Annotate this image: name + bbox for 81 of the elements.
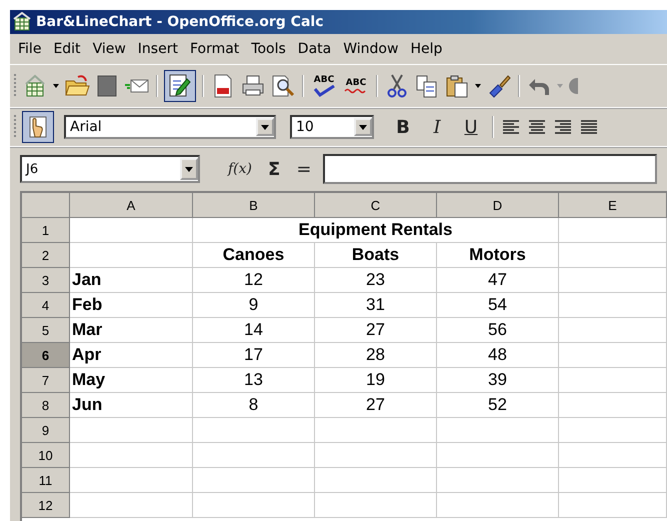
row-label: Apr — [72, 345, 102, 365]
table-cell: 48 — [488, 345, 507, 365]
table-cell: 52 — [488, 395, 507, 415]
menu-item[interactable]: Insert — [132, 39, 184, 59]
table-cell: 14 — [244, 320, 263, 340]
table-cell: 27 — [366, 395, 385, 415]
checkmark-icon — [312, 85, 336, 97]
input-line-field[interactable] — [323, 154, 657, 184]
menu-item[interactable]: Format — [184, 39, 246, 59]
row-header[interactable]: 2 — [22, 243, 70, 268]
menu-item[interactable]: Tools — [245, 39, 292, 59]
italic-button[interactable]: I — [422, 113, 452, 141]
row-header[interactable]: 9 — [22, 418, 70, 443]
auto-spellcheck-button[interactable]: ABC — [342, 76, 370, 96]
column-header[interactable]: E — [559, 193, 667, 218]
table-cell: 39 — [488, 370, 507, 390]
function-wizard-button[interactable]: f(x) — [224, 161, 256, 177]
menu-item[interactable]: Edit — [47, 39, 87, 59]
dropdown-arrow-icon[interactable] — [185, 165, 193, 173]
page-preview-icon[interactable] — [270, 73, 296, 99]
column-header[interactable]: D — [437, 193, 559, 218]
font-size-field[interactable]: 10 — [290, 115, 374, 139]
column-header[interactable]: A — [70, 193, 193, 218]
table-cell: 12 — [244, 270, 263, 290]
dropdown-arrow-icon[interactable] — [474, 82, 482, 90]
show-draw-functions-button[interactable] — [22, 111, 54, 143]
column-title: Motors — [469, 245, 526, 265]
row-header[interactable]: 4 — [22, 293, 70, 318]
function-button[interactable]: = — [292, 158, 316, 180]
wavy-underline-icon — [344, 88, 368, 94]
table-cell: 9 — [248, 295, 258, 315]
sheet-title: Equipment Rentals — [298, 220, 452, 240]
table-cell: 17 — [244, 345, 263, 365]
menu-item[interactable]: View — [86, 39, 132, 59]
row-header[interactable]: 7 — [22, 368, 70, 393]
table-cell: 56 — [488, 320, 507, 340]
window-title: Bar&LineChart - OpenOffice.org Calc — [36, 14, 324, 30]
sum-button[interactable]: Σ — [264, 158, 284, 180]
row-header[interactable]: 8 — [22, 393, 70, 418]
menu-item[interactable]: File — [12, 39, 48, 59]
font-name-field[interactable]: Arial — [64, 115, 276, 139]
dropdown-arrow-icon[interactable] — [52, 82, 60, 90]
table-cell: 23 — [366, 270, 385, 290]
row-header[interactable]: 10 — [22, 443, 70, 468]
table-cell: 27 — [366, 320, 385, 340]
column-title: Canoes — [222, 245, 284, 265]
row-label: Mar — [72, 320, 102, 340]
underline-button[interactable]: U — [456, 113, 486, 141]
table-cell: 8 — [248, 395, 258, 415]
column-header[interactable]: C — [315, 193, 437, 218]
column-header[interactable]: B — [193, 193, 315, 218]
spreadsheet-app-icon — [12, 12, 32, 32]
row-header[interactable]: 11 — [22, 468, 70, 493]
table-cell: 13 — [244, 370, 263, 390]
row-label: Jun — [72, 395, 102, 415]
table-cell: 47 — [488, 270, 507, 290]
table-cell: 31 — [366, 295, 385, 315]
row-header[interactable]: 12 — [22, 493, 70, 518]
bold-button[interactable]: B — [388, 113, 418, 141]
table-cell: 54 — [488, 295, 507, 315]
row-label: Jan — [72, 270, 102, 290]
row-label: May — [72, 370, 106, 390]
menu-item[interactable]: Window — [337, 39, 404, 59]
menu-item[interactable]: Help — [404, 39, 448, 59]
edit-file-button[interactable] — [164, 70, 196, 102]
dropdown-arrow-icon[interactable] — [261, 123, 269, 131]
spellcheck-button[interactable]: ABC — [310, 73, 338, 99]
row-header[interactable]: 5 — [22, 318, 70, 343]
row-header[interactable]: 1 — [22, 218, 70, 243]
row-header[interactable]: 3 — [22, 268, 70, 293]
row-header[interactable]: 6 — [22, 343, 70, 368]
menu-item[interactable]: Data — [292, 39, 338, 59]
table-cell: 28 — [366, 345, 385, 365]
select-all-corner[interactable] — [22, 193, 70, 218]
pencil-document-icon — [167, 73, 193, 99]
table-cell: 19 — [366, 370, 385, 390]
dropdown-arrow-icon[interactable] — [359, 123, 367, 131]
column-title: Boats — [352, 245, 400, 265]
paste-icon[interactable] — [444, 73, 470, 99]
row-label: Feb — [72, 295, 102, 315]
name-box[interactable]: J6 — [20, 155, 200, 183]
